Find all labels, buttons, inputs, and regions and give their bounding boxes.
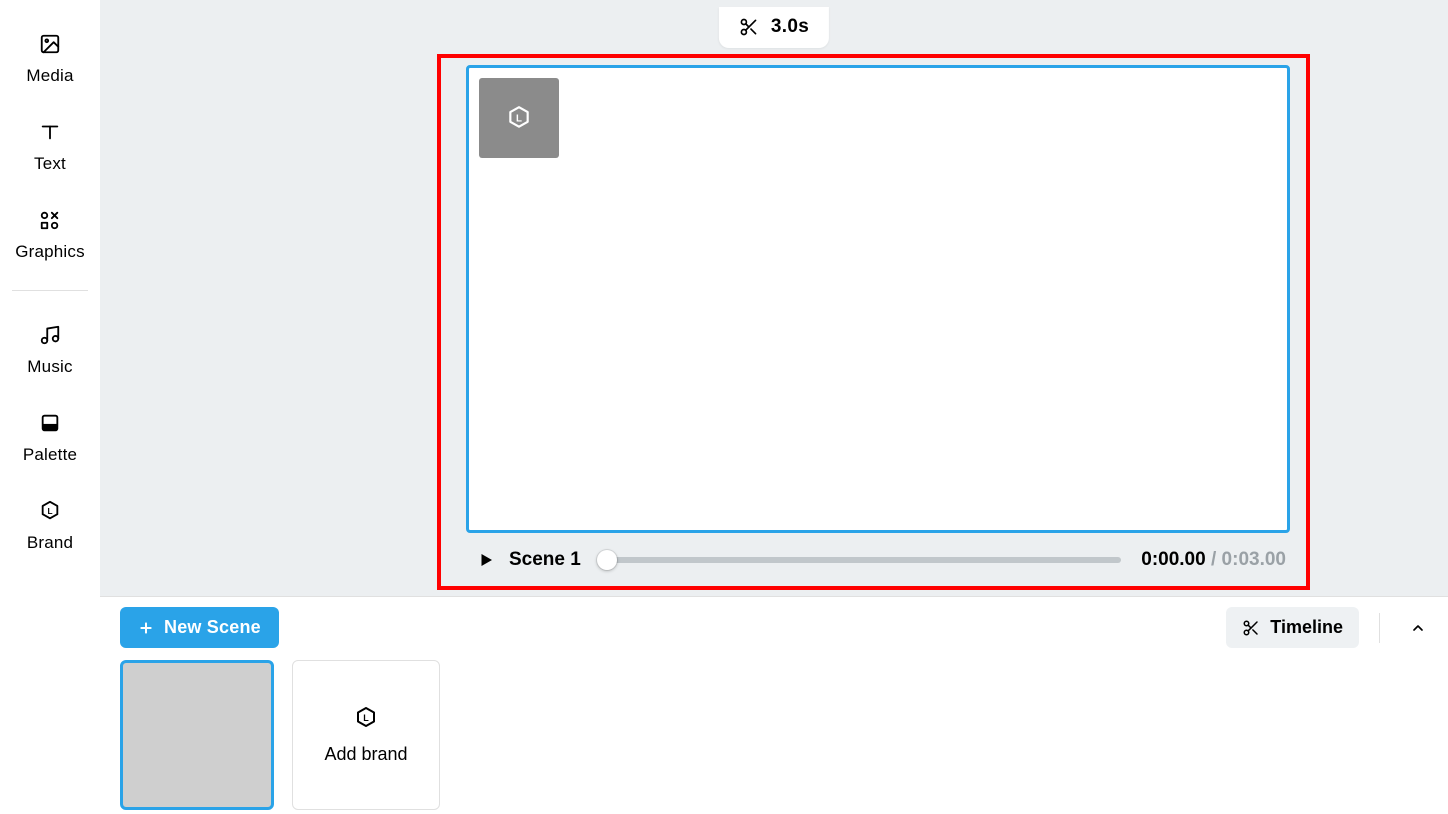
canvas-brand-object[interactable]: L xyxy=(479,78,559,158)
scissors-icon xyxy=(1242,619,1260,637)
trim-duration-button[interactable]: 3.0s xyxy=(719,7,829,48)
collapse-panel-button[interactable] xyxy=(1400,610,1436,646)
chevron-up-icon xyxy=(1410,620,1426,636)
sidebar-item-label: Palette xyxy=(23,445,77,465)
music-icon xyxy=(38,323,62,347)
svg-text:L: L xyxy=(47,507,52,516)
scrub-slider-thumb[interactable] xyxy=(597,550,617,570)
text-icon xyxy=(38,120,62,144)
bottom-panel: New Scene Timeline xyxy=(100,596,1448,814)
sidebar-item-label: Music xyxy=(27,357,72,377)
current-time: 0:00.00 xyxy=(1141,549,1205,570)
new-scene-label: New Scene xyxy=(164,617,261,638)
main-area: 3.0s L Scene 1 0:00.00 / 0:03 xyxy=(100,0,1448,814)
sidebar-item-brand[interactable]: L Brand xyxy=(0,489,100,577)
total-time: 0:03.00 xyxy=(1222,549,1286,570)
sidebar-item-label: Graphics xyxy=(15,242,85,262)
scissors-icon xyxy=(739,17,759,37)
canvas[interactable]: L xyxy=(466,65,1290,533)
scrub-slider-track[interactable] xyxy=(601,557,1121,563)
sidebar-divider xyxy=(12,290,88,291)
sidebar-item-text[interactable]: Text xyxy=(0,110,100,198)
add-brand-label: Add brand xyxy=(324,744,407,765)
sidebar-item-label: Brand xyxy=(27,533,73,553)
new-scene-button[interactable]: New Scene xyxy=(120,607,279,648)
add-brand-card[interactable]: L Add brand xyxy=(292,660,440,810)
play-button[interactable] xyxy=(477,551,495,569)
sidebar: Media Text Graphics Music Palette L Bran… xyxy=(0,0,100,814)
sidebar-item-music[interactable]: Music xyxy=(0,313,100,401)
svg-text:L: L xyxy=(516,113,522,124)
annotation-highlight: L Scene 1 0:00.00 / 0:03.00 xyxy=(437,54,1310,590)
sidebar-item-label: Text xyxy=(34,154,66,174)
svg-text:L: L xyxy=(363,713,369,723)
time-readout: 0:00.00 / 0:03.00 xyxy=(1141,549,1286,571)
image-icon xyxy=(38,32,62,56)
trim-duration-label: 3.0s xyxy=(771,16,809,38)
player-controls: Scene 1 0:00.00 / 0:03.00 xyxy=(477,546,1286,574)
sidebar-item-graphics[interactable]: Graphics xyxy=(0,198,100,286)
current-scene-label: Scene 1 xyxy=(509,549,581,571)
time-separator: / xyxy=(1206,549,1222,570)
vertical-divider xyxy=(1379,613,1380,643)
stage-wrap: 3.0s L Scene 1 0:00.00 / 0:03 xyxy=(100,0,1448,596)
bottom-panel-right-controls: Timeline xyxy=(1226,607,1436,648)
sidebar-item-label: Media xyxy=(26,66,73,86)
timeline-label: Timeline xyxy=(1270,617,1343,638)
bottom-panel-header: New Scene Timeline xyxy=(120,607,1436,648)
palette-icon xyxy=(38,411,62,435)
scene-thumbnail-1[interactable] xyxy=(120,660,274,810)
brand-hex-icon: L xyxy=(38,499,62,523)
sidebar-item-palette[interactable]: Palette xyxy=(0,401,100,489)
sidebar-item-media[interactable]: Media xyxy=(0,22,100,110)
timeline-button[interactable]: Timeline xyxy=(1226,607,1359,648)
brand-hex-icon: L xyxy=(506,105,532,131)
plus-icon xyxy=(138,620,154,636)
brand-hex-icon: L xyxy=(354,706,378,730)
shapes-icon xyxy=(38,208,62,232)
scene-strip: L Add brand xyxy=(120,648,1436,810)
